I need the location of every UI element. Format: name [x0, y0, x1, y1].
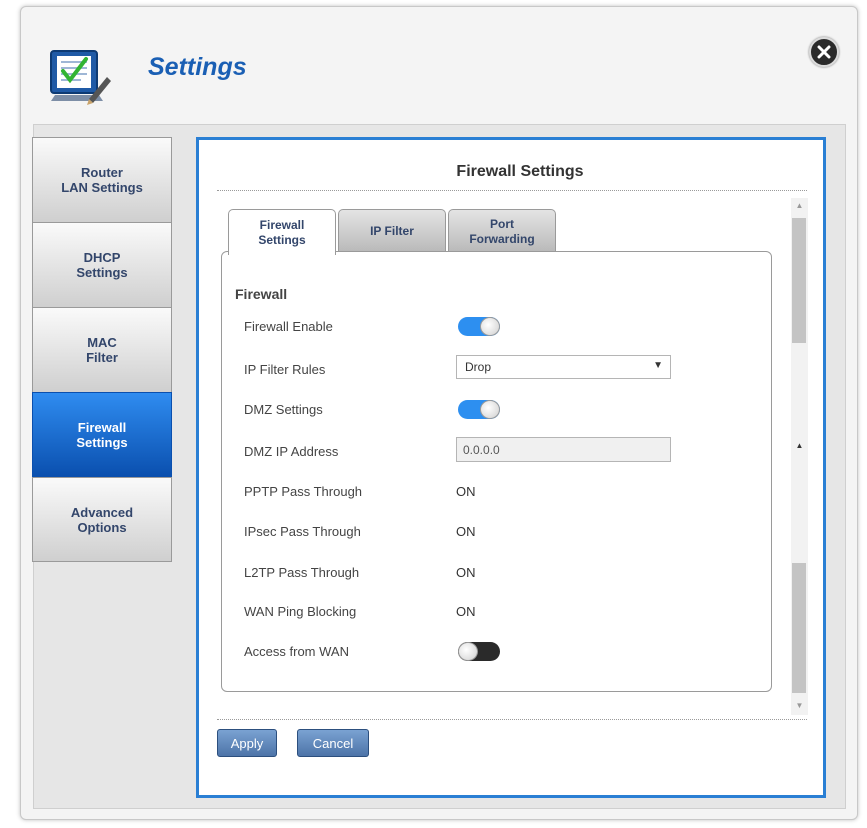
tab-label: Port Forwarding [469, 216, 535, 246]
chevron-down-icon: ▼ [653, 360, 663, 371]
sidebar-item-label: Advanced Options [70, 504, 134, 535]
sidebar-item-label: MAC Filter [86, 335, 118, 365]
wan-ping-blocking-label: WAN Ping Blocking [244, 604, 357, 619]
scrollbar-thumb[interactable] [792, 218, 806, 343]
toggle-knob [480, 400, 500, 419]
cancel-button[interactable]: Cancel [297, 729, 369, 757]
tab-label: IP Filter [370, 224, 414, 238]
sidebar-item-label: Router LAN Settings [61, 165, 143, 195]
settings-checklist-icon [49, 47, 113, 107]
footer-divider [217, 719, 807, 720]
sidebar-item-firewall-settings[interactable]: Firewall Settings [32, 392, 172, 477]
sidebar-item-label: DHCP Settings [76, 250, 128, 280]
wan-ping-blocking-value: ON [456, 604, 476, 619]
firewall-panel: Firewall Settings Firewall Settings IP F… [196, 137, 826, 798]
firewall-enable-label: Firewall Enable [244, 319, 333, 334]
close-icon [817, 45, 831, 59]
window-title: Settings [148, 53, 247, 81]
sidebar-item-router-lan-settings[interactable]: Router LAN Settings [32, 137, 172, 222]
sidebar-item-dhcp-settings[interactable]: DHCP Settings [32, 222, 172, 307]
firewall-settings-box: Firewall Firewall Enable IP Filter Rules… [221, 251, 772, 692]
dmz-settings-toggle[interactable] [458, 400, 500, 419]
scrollbar-thumb[interactable] [792, 563, 806, 693]
dmz-ip-address-input[interactable] [456, 437, 671, 462]
l2tp-pass-through-value: ON [456, 565, 476, 580]
ipsec-pass-through-label: IPsec Pass Through [244, 524, 361, 539]
access-from-wan-label: Access from WAN [244, 644, 349, 659]
access-from-wan-toggle[interactable] [458, 642, 500, 661]
tab-port-forwarding[interactable]: Port Forwarding [448, 209, 556, 253]
tab-label: Firewall Settings [258, 217, 306, 247]
ip-filter-rules-label: IP Filter Rules [244, 362, 326, 377]
panel-title: Firewall Settings [456, 163, 584, 180]
dmz-settings-label: DMZ Settings [244, 402, 323, 417]
scroll-up-icon[interactable]: ▲ [791, 441, 808, 450]
sidebar-item-advanced-options[interactable]: Advanced Options [32, 477, 172, 562]
scroll-down-icon[interactable]: ▼ [791, 701, 808, 710]
sidebar-item-mac-filter[interactable]: MAC Filter [32, 307, 172, 392]
scroll-up-icon[interactable]: ▲ [791, 201, 808, 210]
pptp-pass-through-value: ON [456, 484, 476, 499]
apply-button[interactable]: Apply [217, 729, 277, 757]
ipsec-pass-through-value: ON [456, 524, 476, 539]
tab-ip-filter[interactable]: IP Filter [338, 209, 446, 253]
tab-firewall-settings[interactable]: Firewall Settings [228, 209, 336, 255]
title-divider [217, 190, 807, 191]
toggle-knob [480, 317, 500, 336]
sidebar: Router LAN Settings DHCP Settings MAC Fi… [32, 137, 172, 562]
toggle-knob [458, 642, 478, 661]
firewall-enable-toggle[interactable] [458, 317, 500, 336]
sidebar-item-label: Firewall Settings [76, 420, 128, 450]
dmz-ip-address-label: DMZ IP Address [244, 444, 339, 459]
vertical-scrollbar[interactable]: ▲ ▲ ▼ [791, 198, 808, 715]
pptp-pass-through-label: PPTP Pass Through [244, 484, 363, 499]
section-title: Firewall [235, 286, 288, 302]
ip-filter-rules-select[interactable]: Drop ▼ [456, 355, 671, 379]
close-button[interactable] [809, 37, 839, 67]
select-value: Drop [465, 360, 492, 374]
l2tp-pass-through-label: L2TP Pass Through [244, 565, 360, 580]
